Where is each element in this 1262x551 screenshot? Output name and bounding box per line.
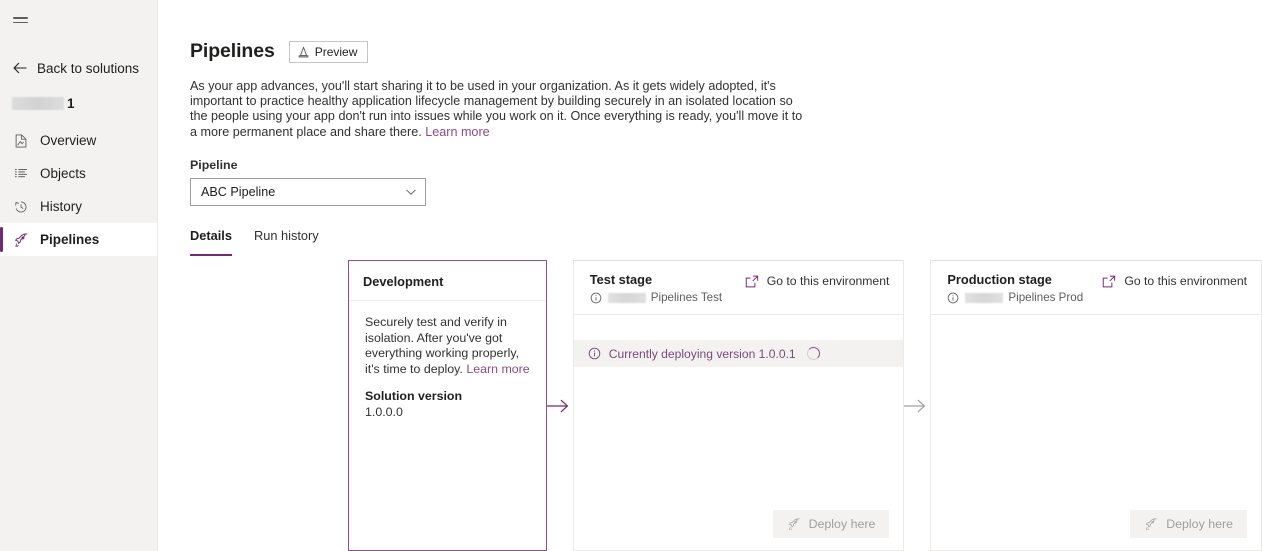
arrow-right-icon [904, 399, 926, 412]
page-description-text: As your app advances, you'll start shari… [190, 79, 803, 139]
test-deploy-area: Deploy here [574, 510, 904, 550]
rocket-icon [788, 518, 800, 530]
external-link-icon [745, 275, 758, 287]
production-environment-name: Pipelines Prod [1008, 291, 1084, 304]
info-circle-icon [948, 292, 959, 303]
rocket-icon [12, 231, 29, 248]
external-link-icon [1103, 275, 1116, 287]
sidebar-item-label: Pipelines [40, 232, 100, 247]
objects-list-icon [12, 165, 29, 182]
solution-name-row: 1 [0, 90, 157, 116]
spinner-icon [806, 347, 820, 360]
stage-flow: Development Securely test and verify in … [348, 260, 1262, 551]
test-goto-environment-link[interactable]: Go to this environment [745, 274, 890, 288]
test-environment-row: Pipelines Test [590, 291, 722, 304]
learn-more-link[interactable]: Learn more [425, 125, 489, 139]
redacted-solution-name [12, 96, 64, 110]
test-stage-name: Test stage [589, 272, 653, 287]
rocket-icon [1146, 518, 1157, 530]
development-stage-name: Development [363, 274, 444, 289]
redacted-env-prefix [607, 292, 646, 303]
page-header: Pipelines Preview [190, 0, 1262, 63]
production-deploy-area: Deploy here [931, 510, 1261, 550]
sidebar-item-label: Overview [40, 133, 97, 148]
production-environment-row: Pipelines Prod [947, 291, 1083, 304]
info-circle-icon [590, 292, 602, 303]
history-clock-icon [12, 198, 29, 215]
test-deploy-status-text: Currently deploying version 1.0.0.1 [608, 346, 796, 361]
sidebar: Back to solutions 1 Overview Objects His… [0, 0, 158, 551]
preview-badge[interactable]: Preview [288, 40, 369, 63]
hamburger-icon[interactable] [0, 2, 40, 38]
production-stage-name: Production stage [947, 272, 1052, 287]
traffic-cone-icon [298, 46, 309, 57]
back-to-solutions-link[interactable]: Back to solutions [0, 52, 157, 84]
test-deploy-here-button[interactable]: Deploy here [772, 510, 890, 538]
redacted-env-prefix [965, 292, 1004, 303]
sidebar-item-pipelines[interactable]: Pipelines [0, 223, 157, 256]
solution-version-value: 1.0.0.0 [365, 405, 403, 420]
tab-run-history[interactable]: Run history [254, 228, 319, 256]
development-description: Securely test and verify in isolation. A… [365, 315, 530, 377]
test-deploy-status: Currently deploying version 1.0.0.1 [573, 340, 904, 367]
production-goto-environment-link[interactable]: Go to this environment [1102, 274, 1247, 288]
sidebar-item-label: Objects [40, 166, 86, 181]
development-learn-more-link[interactable]: Learn more [466, 362, 529, 376]
stage-card-test[interactable]: Test stage Pipelines Test Go to this env… [572, 260, 905, 551]
test-card-header-left: Test stage Pipelines Test [590, 272, 722, 304]
page-title: Pipelines [190, 40, 275, 62]
test-goto-environment-label: Go to this environment [766, 274, 890, 288]
tab-details[interactable]: Details [190, 228, 232, 256]
solution-name-suffix: 1 [67, 95, 75, 111]
sidebar-item-objects[interactable]: Objects [0, 157, 157, 190]
stage-card-development[interactable]: Development Securely test and verify in … [348, 260, 547, 551]
pipeline-field-label: Pipeline [190, 157, 238, 172]
page-description: As your app advances, you'll start shari… [190, 79, 810, 140]
test-environment-name: Pipelines Test [650, 291, 723, 304]
production-deploy-here-label: Deploy here [1166, 517, 1234, 531]
sidebar-item-overview[interactable]: Overview [0, 124, 157, 157]
test-blank-strip [573, 315, 904, 340]
production-card-body [931, 315, 1262, 510]
development-card-header: Development [349, 261, 546, 301]
production-goto-environment-label: Go to this environment [1124, 274, 1248, 288]
development-card-body: Securely test and verify in isolation. A… [349, 301, 546, 550]
pipeline-select[interactable]: ABC Pipeline [190, 177, 426, 206]
production-card-header: Production stage Pipelines Prod Go to th… [931, 261, 1262, 315]
pipeline-select-value: ABC Pipeline [201, 184, 276, 199]
test-deploy-here-label: Deploy here [808, 517, 876, 531]
stage-arrow-dev-to-test [546, 260, 573, 551]
test-card-body [573, 367, 904, 510]
hamburger-bar [12, 17, 28, 19]
info-circle-icon [588, 347, 601, 360]
overview-icon [12, 132, 29, 149]
back-to-solutions-label: Back to solutions [37, 60, 140, 76]
tab-bar: Details Run history [190, 228, 1262, 256]
main-content: Pipelines Preview As your app advances, … [158, 0, 1262, 551]
test-card-header: Test stage Pipelines Test Go to this env… [573, 261, 904, 315]
production-card-header-left: Production stage Pipelines Prod [947, 272, 1083, 304]
chevron-down-icon [406, 189, 416, 195]
pipelines-page: Back to solutions 1 Overview Objects His… [0, 0, 1262, 551]
solution-version-label: Solution version [365, 389, 463, 404]
stage-card-production[interactable]: Production stage Pipelines Prod Go to th… [930, 260, 1262, 551]
arrow-right-icon [546, 399, 569, 412]
preview-badge-label: Preview [314, 44, 358, 59]
hamburger-bar [12, 21, 28, 23]
stage-arrow-test-to-prod [904, 260, 930, 551]
arrow-left-icon [13, 62, 27, 74]
sidebar-item-history[interactable]: History [0, 190, 157, 223]
production-deploy-here-button[interactable]: Deploy here [1130, 510, 1248, 538]
sidebar-item-label: History [40, 199, 83, 214]
